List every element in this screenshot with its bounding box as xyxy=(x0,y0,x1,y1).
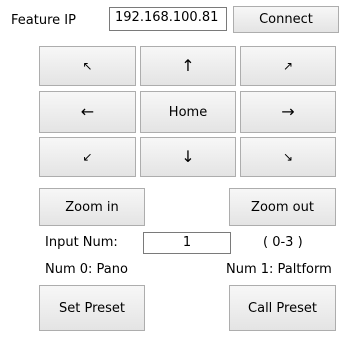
arrow-down-icon: ↓ xyxy=(181,147,195,166)
num1-description: Num 1: Paltform xyxy=(226,262,332,277)
feature-ip-input[interactable]: 192.168.100.81 xyxy=(109,7,227,31)
arrow-up-right-icon: ↗ xyxy=(282,59,294,73)
zoom-in-button[interactable]: Zoom in xyxy=(39,188,145,226)
input-num-range: ( 0-3 ) xyxy=(263,235,303,250)
tilt-down-button[interactable]: ↓ xyxy=(140,137,236,177)
num0-description: Num 0: Pano xyxy=(45,262,128,277)
arrow-up-icon: ↑ xyxy=(181,56,195,75)
home-button[interactable]: Home xyxy=(140,91,236,133)
tilt-up-button[interactable]: ↑ xyxy=(140,46,236,86)
arrow-down-right-icon: ↘ xyxy=(282,150,294,164)
arrow-right-icon: → xyxy=(281,102,295,121)
input-num-label: Input Num: xyxy=(45,235,118,250)
call-preset-button[interactable]: Call Preset xyxy=(229,285,336,331)
pan-up-left-button[interactable]: ↖ xyxy=(39,46,136,86)
pan-right-button[interactable]: → xyxy=(240,91,336,133)
arrow-down-left-icon: ↙ xyxy=(82,150,93,164)
pan-up-right-button[interactable]: ↗ xyxy=(240,46,336,86)
arrow-up-left-icon: ↖ xyxy=(82,59,93,73)
zoom-out-button[interactable]: Zoom out xyxy=(229,188,336,226)
input-num-field[interactable]: 1 xyxy=(143,232,231,254)
set-preset-button[interactable]: Set Preset xyxy=(39,285,145,331)
pan-down-right-button[interactable]: ↘ xyxy=(240,137,336,177)
pan-down-left-button[interactable]: ↙ xyxy=(39,137,136,177)
arrow-left-icon: ← xyxy=(80,102,95,121)
feature-ip-label: Feature IP xyxy=(11,13,76,28)
pan-left-button[interactable]: ← xyxy=(39,91,136,133)
connect-button[interactable]: Connect xyxy=(233,6,339,33)
